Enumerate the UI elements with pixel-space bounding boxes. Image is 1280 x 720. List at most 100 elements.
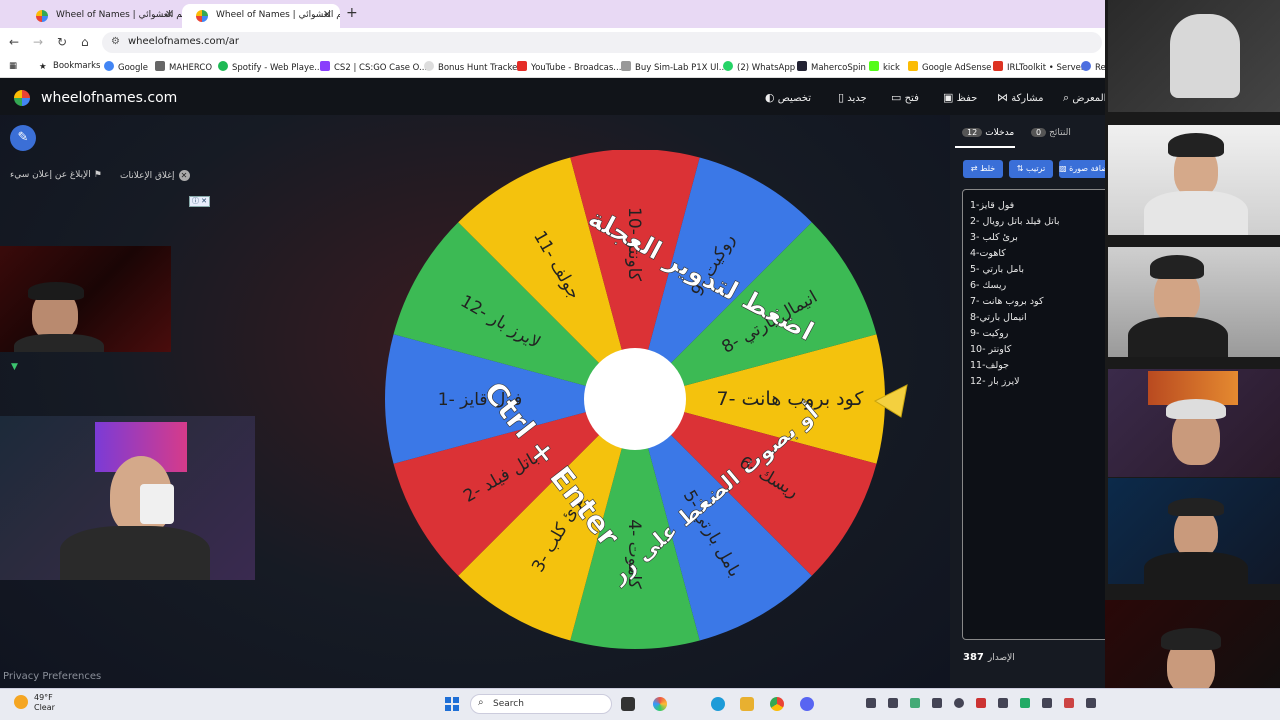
tray-icon[interactable] (954, 698, 964, 708)
reload-icon[interactable]: ↻ (57, 35, 67, 49)
gallery-button[interactable]: ⌕ المعرض (1058, 91, 1106, 105)
bookmark-item[interactable]: MAHERCO (155, 61, 212, 73)
sort-icon: ⇅ (1016, 164, 1024, 173)
copilot-icon[interactable] (653, 697, 667, 711)
bookmark-item[interactable]: kick (869, 61, 900, 73)
browser-tab-active[interactable]: Wheel of Names | رسم العشوائي ✕ (182, 4, 340, 28)
entry-line: كود بروب هانت -7 (970, 296, 1044, 307)
wheel[interactable]: كود بروب هانت -7ريسك -6بامل بارتي -5كاهو… (380, 150, 890, 660)
tray-icon[interactable] (910, 698, 920, 708)
bookmarks-bar: ▦ ★ Bookmarks Google MAHERCO Spotify - We… (0, 56, 1280, 78)
discord-icon[interactable] (800, 697, 814, 711)
bookmark-item[interactable]: CS2 | CS:GO Case O... (320, 61, 427, 73)
url-field[interactable]: ⚙ wheelofnames.com/ar (102, 32, 1102, 53)
shuffle-icon: ⇄ (970, 164, 978, 173)
streamer-cap (1166, 399, 1226, 419)
tray-icon[interactable] (1064, 698, 1074, 708)
streamer-headset (1150, 255, 1204, 279)
bookmark-item[interactable]: Google (104, 61, 148, 73)
bookmark-item[interactable]: Google AdSense (908, 61, 991, 73)
bookmark-item[interactable]: Spotify - Web Playe... (218, 61, 322, 73)
wheel-logo-icon[interactable] (12, 88, 32, 108)
home-icon[interactable]: ⌂ (81, 35, 89, 49)
tray-icon[interactable] (998, 698, 1008, 708)
save-icon: ▣ (943, 91, 954, 104)
webcam-column (1105, 0, 1280, 720)
taskbar-search[interactable]: ⌕ Search (470, 694, 612, 714)
add-image-button[interactable]: ▨ إضافة صورة (1059, 160, 1110, 178)
sort-button[interactable]: ⇅ ترتيب (1009, 160, 1053, 178)
sun-icon (14, 695, 28, 709)
image-icon: ▨ (1059, 164, 1067, 173)
tray-icon[interactable] (1020, 698, 1030, 708)
filter-icon: ▼ (11, 362, 18, 372)
site-info-icon[interactable]: ⚙ (111, 36, 120, 47)
browser-tab[interactable]: Wheel of Names | رسم العشوائي ✕ (22, 4, 182, 28)
webcam-feed (0, 416, 255, 580)
open-button[interactable]: ▭ فتح (886, 91, 919, 104)
tab-entries[interactable]: 12 مدخلات (962, 128, 1014, 138)
streamer-body (14, 334, 104, 352)
tab-results[interactable]: 0 النتائج (1031, 128, 1071, 138)
edit-pencil-icon[interactable]: ✎ (10, 125, 36, 151)
share-button[interactable]: ⋈ مشاركة (992, 91, 1043, 104)
version-label: 387 الإصدار (963, 652, 1015, 663)
close-ads-link[interactable]: إغلاق الإعلانات ✕ (120, 170, 190, 181)
bookmark-item[interactable]: MahercoSpin (797, 61, 866, 73)
report-ad-link[interactable]: الإبلاغ عن إعلان سيء ⚑ (10, 170, 102, 180)
entry-line: روكيت -9 (970, 328, 1009, 339)
bookmark-item[interactable]: (2) WhatsApp (723, 61, 795, 73)
empty-chair (1170, 14, 1240, 98)
bookmark-item[interactable]: IRLToolkit • Server (993, 61, 1084, 73)
wheel-favicon-icon (36, 10, 48, 22)
back-icon[interactable]: ← (9, 35, 19, 49)
close-tab-icon[interactable]: ✕ (323, 8, 332, 21)
bookmark-item[interactable]: Buy Sim-Lab P1X Ul... (621, 61, 727, 73)
flag-icon: ⚑ (93, 170, 102, 180)
site-brand[interactable]: wheelofnames.com (41, 90, 177, 106)
bookmark-item[interactable]: Bonus Hunt Tracker (424, 61, 521, 73)
apps-icon[interactable]: ▦ (9, 61, 17, 71)
chrome-icon[interactable] (770, 697, 784, 711)
folder-icon: ▭ (891, 91, 902, 104)
entry-line: بامل بارتي -5 (970, 264, 1025, 275)
entry-line: ريسك -6 (970, 280, 1007, 291)
tray-icon[interactable] (888, 698, 898, 708)
tray-icon[interactable] (866, 698, 876, 708)
webcam-feed (1108, 478, 1280, 584)
file-icon: ▯ (838, 91, 845, 104)
palette-icon: ◐ (765, 91, 775, 104)
customize-button[interactable]: ◐ تخصيص (760, 91, 811, 104)
shuffle-button[interactable]: ⇄ خلط (963, 160, 1003, 178)
entry-line: باتل فيلد باتل رويال -2 (970, 216, 1060, 227)
wheel-center-button[interactable] (584, 348, 686, 450)
file-explorer-icon[interactable] (740, 697, 754, 711)
bookmark-item[interactable]: YouTube - Broadcas... (517, 61, 621, 73)
ad-choices-badge[interactable]: ⓘ ✕ (189, 196, 210, 207)
new-button[interactable]: ▯ جديد (833, 91, 867, 104)
forward-icon[interactable]: → (33, 35, 43, 49)
webcam-feed (0, 246, 171, 352)
tray-icon[interactable] (1086, 698, 1096, 708)
tray-icon[interactable] (976, 698, 986, 708)
bookmark-item[interactable]: ★ Bookmarks (39, 61, 101, 72)
tray-icon[interactable] (932, 698, 942, 708)
edge-icon[interactable] (711, 697, 725, 711)
entry-line: 10- كاونتر (970, 344, 1012, 355)
privacy-preferences-link[interactable]: Privacy Preferences (3, 671, 101, 682)
streamer-headset (1161, 628, 1221, 650)
search-icon: ⌕ (1063, 91, 1070, 104)
address-bar-row: ← → ↻ ⌂ ⚙ wheelofnames.com/ar (0, 28, 1280, 56)
windows-start-icon[interactable] (445, 697, 459, 711)
close-tab-icon[interactable]: ✕ (165, 8, 174, 21)
tray-icon[interactable] (1042, 698, 1052, 708)
save-button[interactable]: ▣ حفظ (938, 91, 977, 104)
entry-line: 12- لايرز بار (970, 376, 1020, 387)
task-view-icon[interactable] (621, 697, 635, 711)
new-tab-icon[interactable]: + (346, 5, 358, 21)
paper-cup (140, 484, 174, 524)
streamer-headset (1168, 498, 1224, 516)
streamer-body (1144, 191, 1248, 235)
screen: { "browser": { "tabs": [ {"title": "Whee… (0, 0, 1280, 720)
active-tab-indicator (955, 146, 1015, 148)
